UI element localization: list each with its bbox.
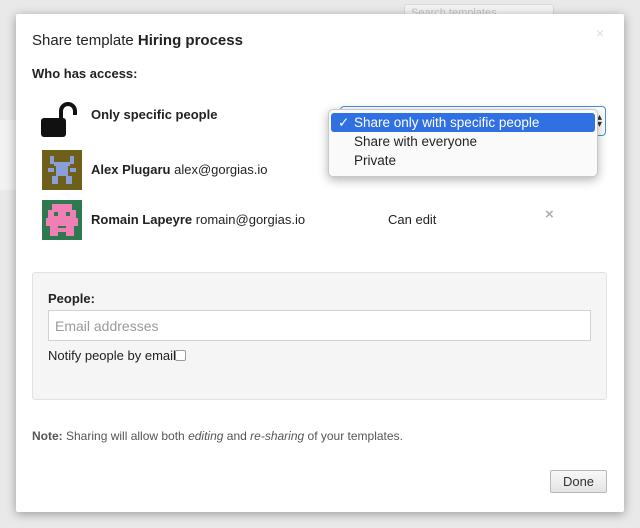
close-icon[interactable]: × (596, 25, 604, 41)
people-label: People: (48, 291, 95, 306)
modal-title: Share template Hiring process (32, 32, 243, 49)
remove-user-icon[interactable]: × (545, 206, 554, 223)
note-text: Sharing will allow both (62, 429, 189, 443)
permission-label: Can edit (388, 212, 437, 227)
template-name: Hiring process (137, 32, 243, 49)
sharing-note: Note: Sharing will allow both editing an… (32, 429, 403, 443)
user-email: romain@gorgias.io (195, 212, 306, 227)
check-icon: ✓ (338, 115, 350, 130)
notify-checkbox[interactable] (175, 350, 186, 361)
access-level-text: Only specific people (91, 107, 218, 122)
access-option-specific[interactable]: ✓ Share only with specific people (331, 113, 595, 132)
title-prefix: Share template (32, 32, 134, 49)
note-text: and (223, 429, 251, 443)
option-label: Share only with specific people (354, 115, 540, 130)
user-name: Alex Plugaru (91, 162, 171, 177)
pixel-avatar-icon (42, 200, 82, 240)
who-has-access-label: Who has access: (32, 66, 138, 81)
note-prefix: Note: (32, 429, 63, 443)
access-option-everyone[interactable]: Share with everyone (331, 132, 595, 151)
unlocked-padlock-icon (41, 102, 77, 137)
user-row: Alex Plugaru alex@gorgias.io (42, 150, 602, 190)
notify-label: Notify people by email (48, 348, 176, 363)
email-addresses-input[interactable] (48, 310, 591, 341)
user-row: Romain Lapeyre romain@gorgias.io Can edi… (42, 200, 602, 240)
user-info: Romain Lapeyre romain@gorgias.io (91, 212, 305, 227)
background-sidebar (0, 120, 16, 190)
pixel-avatar-icon (42, 150, 82, 190)
note-text: of your templates. (304, 429, 403, 443)
user-info: Alex Plugaru alex@gorgias.io (91, 162, 268, 177)
user-name: Romain Lapeyre (91, 212, 193, 227)
note-editing: editing (188, 429, 224, 443)
option-label: Share with everyone (354, 134, 478, 149)
done-button[interactable]: Done (550, 470, 607, 493)
add-people-panel: People: Notify people by email (32, 272, 607, 400)
note-resharing: re-sharing (250, 429, 305, 443)
share-template-modal: × Share template Hiring process Who has … (16, 14, 624, 512)
user-email: alex@gorgias.io (174, 162, 268, 177)
